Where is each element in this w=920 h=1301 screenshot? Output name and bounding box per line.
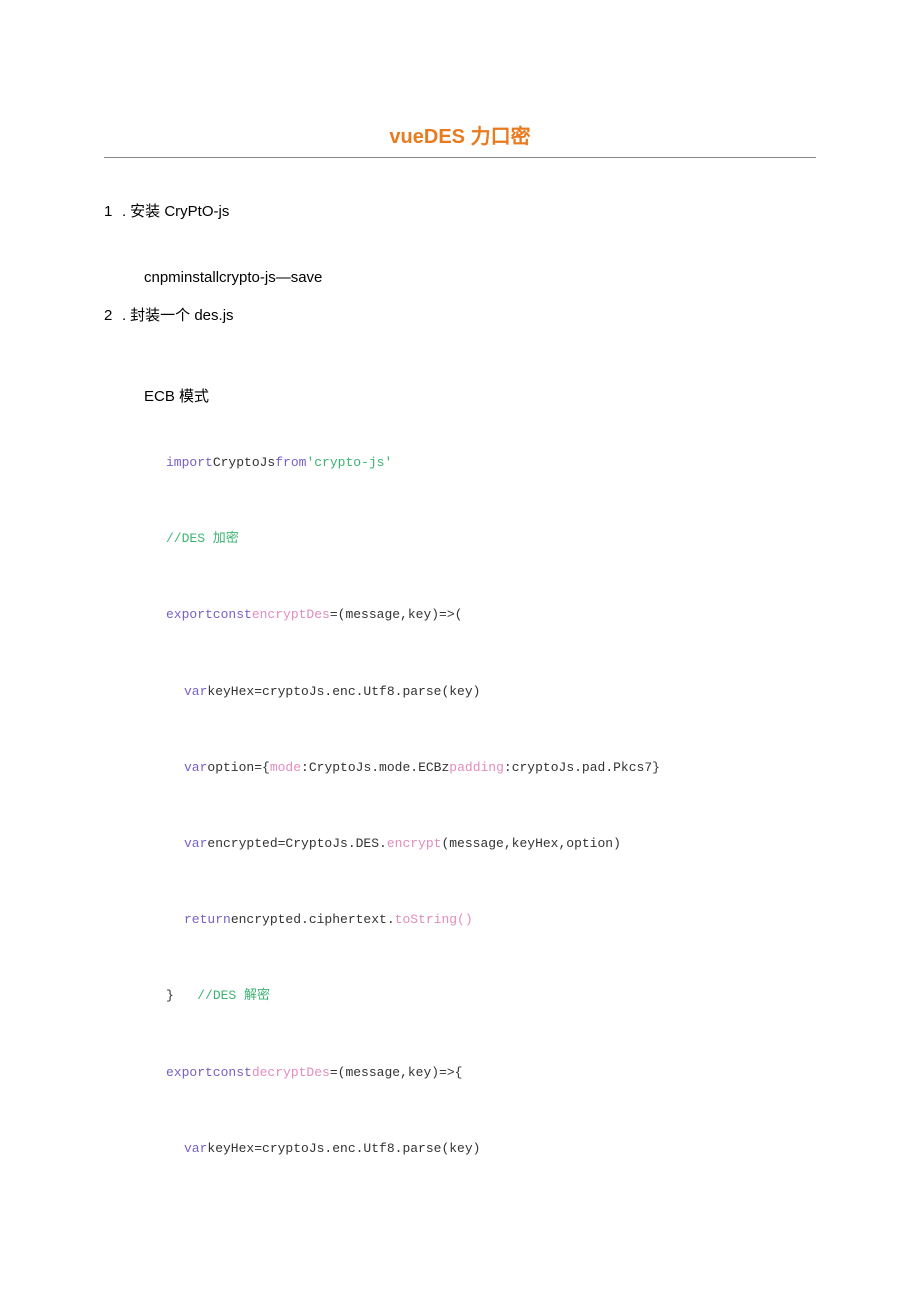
fn-name: decryptDes (252, 1065, 330, 1080)
code-line: } //DES 解密 (166, 987, 816, 1005)
method-encrypt: encrypt (387, 836, 442, 851)
code-line: varoption={mode:CryptoJs.mode.ECBzpaddin… (166, 759, 816, 777)
item-text: 安装 CryPtO-js (130, 200, 229, 221)
list-item-2: 2 . 封装一个 des.js (104, 304, 816, 325)
keyword-from: from (275, 455, 306, 470)
install-command: cnpminstallcrypto-js—save (104, 269, 816, 286)
item-number: 1 (104, 203, 122, 220)
keyword-var: var (184, 1141, 207, 1156)
item-dot: . (122, 307, 126, 324)
comment: //DES 加密 (166, 531, 239, 546)
keyword-var: var (184, 836, 207, 851)
code-line: varkeyHex=cryptoJs.enc.Utf8.parse(key) (166, 1140, 816, 1158)
code-block: importCryptoJsfrom'crypto-js' //DES 加密 e… (104, 454, 816, 1158)
code-text: =(message,key)=>{ (330, 1065, 463, 1080)
code-text: :cryptoJs.pad.Pkcs7} (504, 760, 660, 775)
mode-label: ECB 模式 (104, 385, 816, 406)
prop-mode: mode (270, 760, 301, 775)
keyword-import: import (166, 455, 213, 470)
code-text: keyHex=cryptoJs.enc.Utf8.parse(key) (207, 684, 480, 699)
code-line: varkeyHex=cryptoJs.enc.Utf8.parse(key) (166, 683, 816, 701)
code-line: returnencrypted.ciphertext.toString() (166, 911, 816, 929)
keyword-var: var (184, 684, 207, 699)
brace: } (166, 988, 174, 1003)
list-item-1: 1 . 安装 CryPtO-js (104, 200, 816, 221)
fn-name: encryptDes (252, 607, 330, 622)
item-text: 封装一个 des.js (130, 304, 233, 325)
code-text: :CryptoJs.mode.ECB (301, 760, 441, 775)
code-text: CryptoJs (213, 455, 275, 470)
code-text: =(message,key)=>( (330, 607, 463, 622)
code-text: option={ (207, 760, 269, 775)
comment: //DES 解密 (197, 988, 270, 1003)
prop-padding: padding (449, 760, 504, 775)
keyword-export: exportconst (166, 607, 252, 622)
code-line: //DES 加密 (166, 530, 816, 548)
keyword-var: var (184, 760, 207, 775)
code-line: exportconstdecryptDes=(message,key)=>{ (166, 1064, 816, 1082)
code-line: importCryptoJsfrom'crypto-js' (166, 454, 816, 472)
method-tostring: toString() (395, 912, 473, 927)
keyword-return: return (184, 912, 231, 927)
code-text: encrypted.ciphertext. (231, 912, 395, 927)
string-literal: 'crypto-js' (306, 455, 392, 470)
keyword-export: exportconst (166, 1065, 252, 1080)
code-text: encrypted=CryptoJs.DES. (207, 836, 386, 851)
code-text: keyHex=cryptoJs.enc.Utf8.parse(key) (207, 1141, 480, 1156)
item-dot: . (122, 203, 126, 220)
item-number: 2 (104, 307, 122, 324)
code-line: exportconstencryptDes=(message,key)=>( (166, 606, 816, 624)
code-line: varencrypted=CryptoJs.DES.encrypt(messag… (166, 835, 816, 853)
code-text: (message,keyHex,option) (441, 836, 620, 851)
page-title: vueDES 力口密 (104, 120, 816, 158)
